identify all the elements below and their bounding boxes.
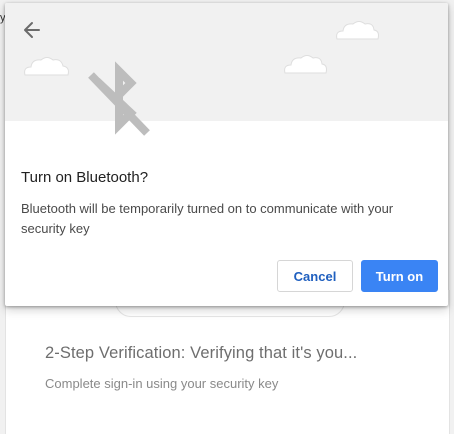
background-page-subtitle: Complete sign-in using your security key [45,376,279,391]
page: y 2-Step Verification: Verifying that it… [0,0,454,434]
cancel-button[interactable]: Cancel [277,260,353,292]
cloud-icon [284,55,327,74]
bluetooth-disabled-icon [88,61,150,136]
bluetooth-dialog: Turn on Bluetooth? Bluetooth will be tem… [5,3,448,306]
cloud-icon [336,21,379,40]
dialog-message: Bluetooth will be temporarily turned on … [21,201,394,236]
dialog-header-illustration [5,3,448,121]
cloud-icon [24,57,69,76]
arrow-back-icon [24,22,40,38]
dialog-title: Turn on Bluetooth? [21,169,149,186]
back-button[interactable] [21,19,43,41]
turn-on-button[interactable]: Turn on [361,260,438,292]
background-page-title: 2-Step Verification: Verifying that it's… [45,344,358,362]
